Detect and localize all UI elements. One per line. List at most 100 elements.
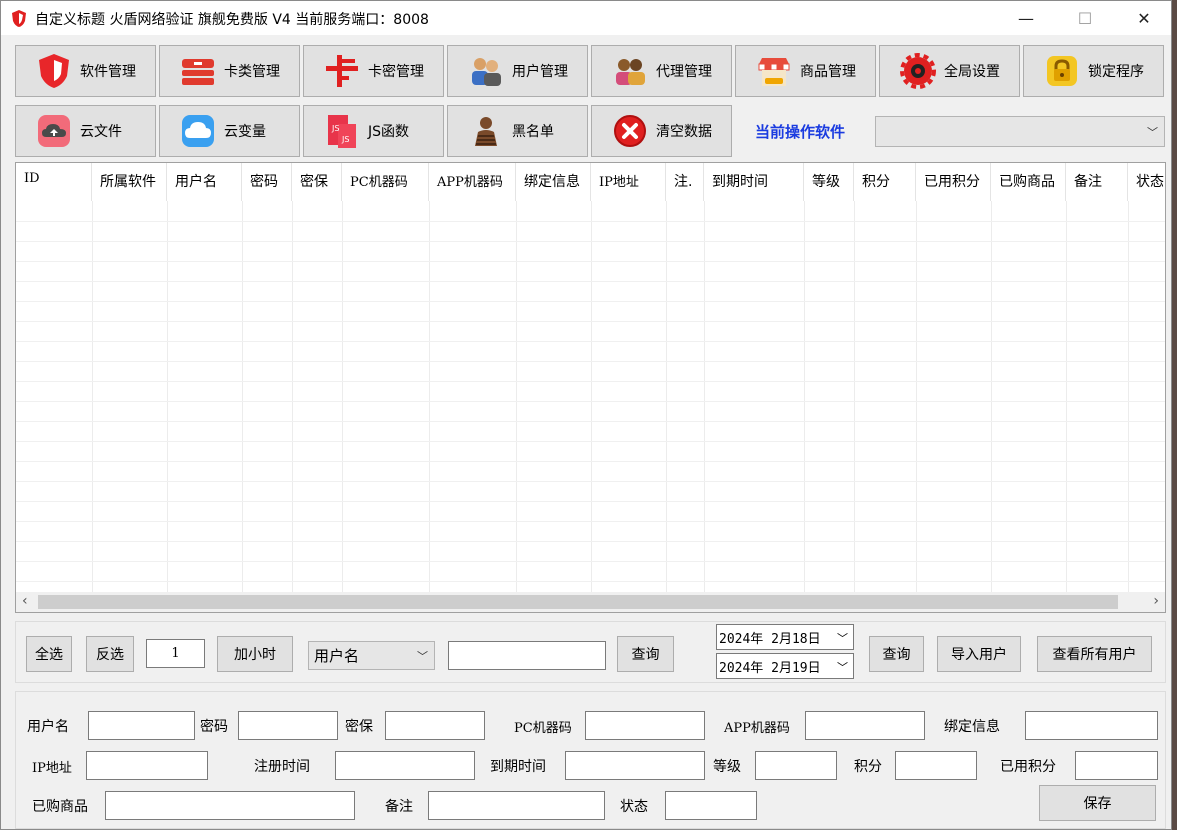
close-button[interactable]: ✕ [1121,1,1167,35]
column-header-pc-code[interactable]: PC机器码 [342,163,429,201]
card-type-manage-button[interactable]: 卡类管理 [159,45,300,97]
search-field-select[interactable]: 用户名 ﹀ [308,641,435,670]
cloud-variable-button[interactable]: 云变量 [159,105,300,157]
card-type-manage-label: 卡类管理 [224,64,280,80]
maximize-button[interactable]: ☐ [1062,1,1108,35]
product-manage-label: 商品管理 [800,64,856,80]
cloud-variable-label: 云变量 [224,124,266,140]
grid-row-line [16,541,1165,542]
reg-time-label: 注册时间 [254,759,310,775]
lock-program-button[interactable]: 锁定程序 [1023,45,1164,97]
expire-time-field[interactable] [565,751,705,780]
product-manage-button[interactable]: 商品管理 [735,45,876,97]
column-header-software[interactable]: 所属软件 [92,163,167,201]
column-header-password[interactable]: 密码 [242,163,292,201]
note-label: 备注 [385,799,413,815]
global-settings-button[interactable]: 全局设置 [879,45,1020,97]
ip-field[interactable] [86,751,208,780]
grid-row-line [16,421,1165,422]
gear-icon [898,51,938,91]
column-header-id[interactable]: ID [16,163,92,201]
agent-manage-button[interactable]: 代理管理 [591,45,732,97]
hours-input[interactable]: 1 [146,639,205,668]
grid-column-line [916,201,917,592]
security-field[interactable] [385,711,485,740]
points-field[interactable] [895,751,977,780]
used-points-field[interactable] [1075,751,1158,780]
grid-row-line [16,401,1165,402]
current-software-select[interactable]: ﹀ [875,116,1165,147]
card-key-manage-button[interactable]: 卡密管理 [303,45,444,97]
software-manage-button[interactable]: 软件管理 [15,45,156,97]
grid-column-line [1066,201,1067,592]
grid-column-line [292,201,293,592]
pc-code-field[interactable] [585,711,705,740]
cloud-file-button[interactable]: 云文件 [15,105,156,157]
date-from-value: 2024年 2月18日 [719,632,821,647]
username-label: 用户名 [27,719,69,735]
shield-icon [34,51,74,91]
search-keyword-input[interactable] [448,641,606,670]
import-users-button[interactable]: 导入用户 [937,636,1021,672]
column-header-status[interactable]: 状态 [1128,163,1165,201]
lock-program-label: 锁定程序 [1088,64,1144,80]
column-header-bind-info[interactable]: 绑定信息 [516,163,591,201]
bind-info-field[interactable] [1025,711,1158,740]
blacklist-button[interactable]: 黑名单 [447,105,588,157]
window-title: 自定义标题 火盾网络验证 旗舰免费版 V4 当前服务端口：8008 [35,12,429,28]
level-field[interactable] [755,751,837,780]
grid-row-line [16,341,1165,342]
column-header-security[interactable]: 密保 [292,163,342,201]
app-code-field[interactable] [805,711,925,740]
save-button[interactable]: 保存 [1039,785,1156,821]
column-header-used-points[interactable]: 已用积分 [916,163,991,201]
column-header-app-code[interactable]: APP机器码 [429,163,516,201]
grid-row-line [16,561,1165,562]
column-header-level[interactable]: 等级 [804,163,854,201]
column-header-ip[interactable]: IP地址 [591,163,666,201]
column-header-username[interactable]: 用户名 [167,163,242,201]
query-button[interactable]: 查询 [617,636,674,672]
chevron-down-icon: ﹀ [417,649,428,663]
scroll-right-icon[interactable]: › [1153,593,1159,609]
reg-time-field[interactable] [335,751,475,780]
shop-icon [754,51,794,91]
column-header-note[interactable]: 备注 [1066,163,1128,201]
status-field[interactable] [665,791,757,820]
minimize-button[interactable]: — [1003,1,1049,35]
username-field[interactable] [88,711,195,740]
horizontal-scrollbar[interactable]: ‹ › [16,592,1165,612]
app-code-label: APP机器码 [724,721,790,736]
column-header-points[interactable]: 积分 [854,163,916,201]
note-field[interactable] [428,791,605,820]
minimize-icon: — [1018,8,1034,28]
js-function-button[interactable]: JS JS JS函数 [303,105,444,157]
clear-data-button[interactable]: 清空数据 [591,105,732,157]
card-stack-icon [178,51,218,91]
view-all-users-button[interactable]: 查看所有用户 [1037,636,1152,672]
select-all-button[interactable]: 全选 [26,636,72,672]
password-field[interactable] [238,711,338,740]
date-query-button[interactable]: 查询 [869,636,924,672]
software-manage-label: 软件管理 [80,64,136,80]
ip-label: IP地址 [32,761,72,776]
invert-select-button[interactable]: 反选 [86,636,134,672]
users-icon [466,51,506,91]
column-header-reg[interactable]: 注. [666,163,704,201]
grid-row-line [16,241,1165,242]
grid-column-line [666,201,667,592]
date-to-picker[interactable]: 2024年 2月19日 ﹀ [716,653,854,679]
scrollbar-thumb[interactable] [38,595,1118,609]
column-header-bought[interactable]: 已购商品 [991,163,1066,201]
date-from-picker[interactable]: 2024年 2月18日 ﹀ [716,624,854,650]
user-manage-button[interactable]: 用户管理 [447,45,588,97]
column-header-expire[interactable]: 到期时间 [704,163,804,201]
add-hours-button[interactable]: 加小时 [217,636,293,672]
user-table[interactable]: ID 所属软件 用户名 密码 密保 PC机器码 APP机器码 绑定信息 IP地址… [15,162,1166,613]
grid-column-line [704,201,705,592]
svg-text:JS: JS [331,124,339,133]
grid-row-line [16,261,1165,262]
grid-column-line [429,201,430,592]
bought-field[interactable] [105,791,355,820]
scroll-left-icon[interactable]: ‹ [22,593,28,609]
